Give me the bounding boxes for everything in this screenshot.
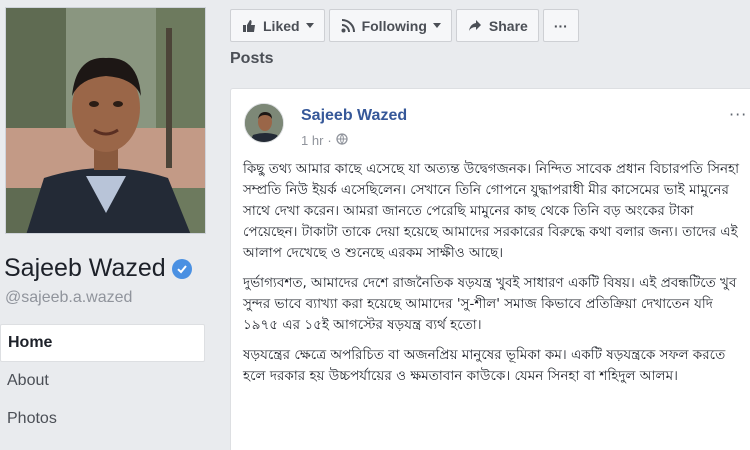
page-nav: Home About Photos (0, 324, 205, 438)
post-paragraph: দুর্ভাগ্যবশত, আমাদের দেশে রাজনৈতিক ষড়যন… (243, 275, 737, 333)
post-author[interactable]: Sajeeb Wazed (301, 107, 407, 125)
chevron-down-icon (432, 23, 441, 28)
posts-heading: Posts (230, 50, 274, 67)
share-arrow-icon (467, 18, 483, 34)
post-meta: 1 hr · (301, 133, 348, 148)
liked-label: Liked (263, 17, 300, 34)
globe-icon (336, 133, 348, 148)
post-body: কিছু তথ্য আমার কাছে এসেছে যা অত্যন্ত উদ্… (243, 159, 749, 396)
profile-picture[interactable] (5, 7, 206, 234)
avatar[interactable] (244, 103, 284, 143)
chevron-down-icon (305, 23, 314, 28)
following-label: Following (361, 17, 427, 34)
profile-handle[interactable]: @sajeeb.a.wazed (5, 289, 132, 307)
meta-separator: · (327, 133, 332, 148)
post-timestamp[interactable]: 1 hr (301, 133, 323, 148)
more-options-icon: ··· (553, 17, 568, 34)
post-options-button[interactable]: ··· (729, 105, 747, 124)
verified-badge-icon (171, 258, 192, 279)
post-card: Sajeeb Wazed 1 hr · ··· কিছু তথ্য আমার ক… (230, 88, 750, 450)
nav-item-about[interactable]: About (0, 362, 205, 400)
nav-item-photos[interactable]: Photos (0, 400, 205, 438)
post-paragraph: ষড়যন্ত্রের ক্ষেত্রে অপরিচিত বা অজনপ্রিয… (243, 347, 726, 384)
profile-name[interactable]: Sajeeb Wazed (4, 254, 166, 283)
post-paragraph: কিছু তথ্য আমার কাছে এসেছে যা অত্যন্ত উদ্… (243, 161, 740, 261)
share-button[interactable]: Share (455, 9, 539, 42)
share-label: Share (488, 17, 528, 34)
nav-item-home[interactable]: Home (0, 324, 205, 362)
page-action-bar: Liked Following Share ··· (230, 9, 583, 42)
left-column: Sajeeb Wazed @sajeeb.a.wazed Home About … (0, 0, 217, 450)
following-button[interactable]: Following (328, 9, 452, 42)
rss-icon (340, 18, 356, 34)
thumbs-up-icon (241, 18, 257, 34)
more-options-button[interactable]: ··· (542, 9, 579, 42)
liked-button[interactable]: Liked (230, 9, 325, 42)
profile-name-row: Sajeeb Wazed (4, 254, 192, 283)
